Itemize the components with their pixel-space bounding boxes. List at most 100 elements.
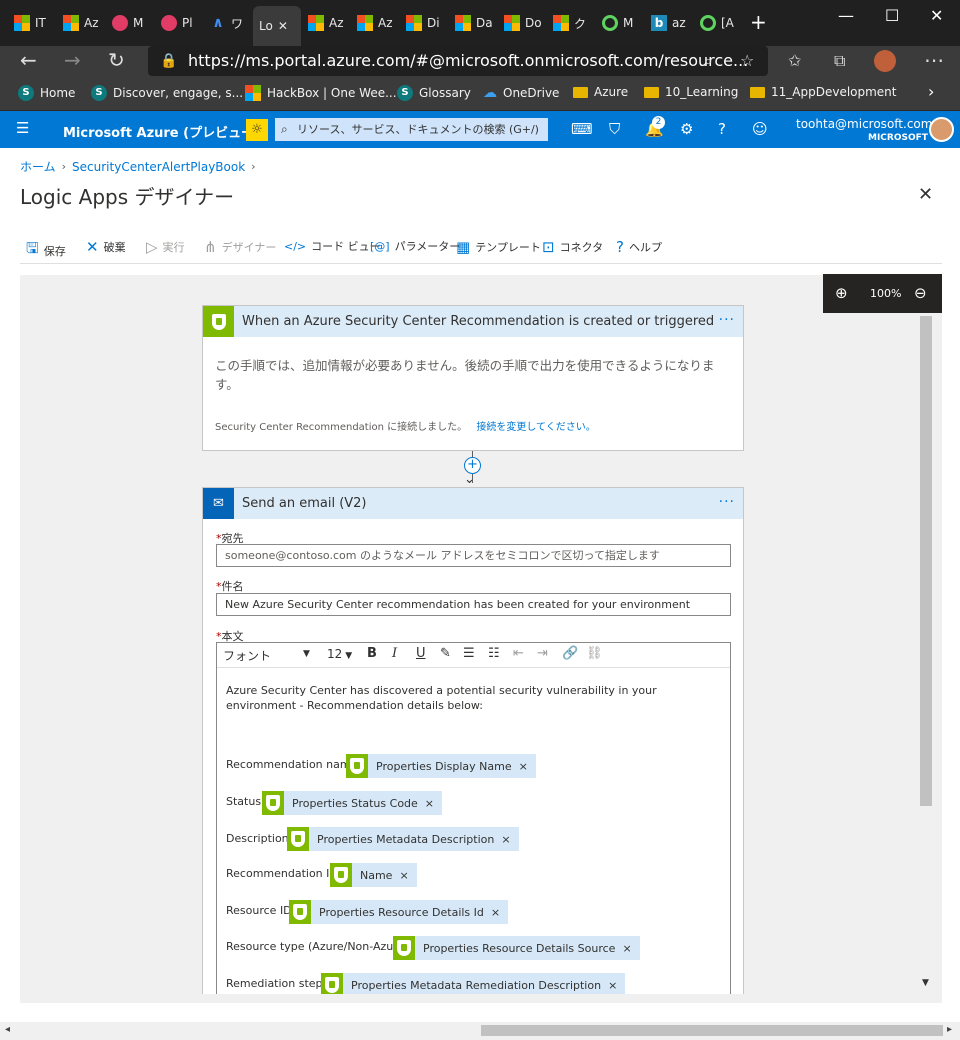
bookmark-discover[interactable]: S Discover, engage, s... <box>91 85 243 101</box>
subject-input[interactable]: New Azure Security Center recommendation… <box>216 593 731 616</box>
close-tab-icon[interactable]: ✕ <box>278 19 288 33</box>
dynamic-content-token[interactable]: Properties Resource Details Source × <box>393 936 640 960</box>
bookmark-10-learning[interactable]: 10_Learning <box>644 85 738 99</box>
search-page-icon[interactable]: ⌕ <box>704 51 713 71</box>
hamburger-menu-icon[interactable]: ☰ <box>16 119 29 137</box>
profile-avatar[interactable] <box>874 50 896 72</box>
url-input[interactable]: 🔒 https://ms.portal.azure.com/#@microsof… <box>148 46 768 76</box>
favorites-icon[interactable]: ✩ <box>788 51 801 70</box>
breadcrumb-playbook[interactable]: SecurityCenterAlertPlayBook <box>72 160 245 174</box>
remove-token-icon[interactable]: × <box>501 833 510 846</box>
directory-filter-icon[interactable]: ⛉ <box>609 120 620 138</box>
remove-token-icon[interactable]: × <box>622 942 631 955</box>
settings-gear-icon[interactable]: ⚙ <box>680 120 693 138</box>
minimize-icon[interactable]: — <box>838 6 854 25</box>
scroll-right-icon[interactable]: ▸ <box>947 1024 952 1035</box>
browser-tab[interactable]: M <box>596 8 643 38</box>
browser-tab[interactable]: Az <box>57 8 104 38</box>
zoom-in-icon[interactable]: ⊕ <box>835 284 848 302</box>
more-options-icon[interactable]: ··· <box>719 494 735 510</box>
indent-icon[interactable]: ⇥ <box>537 646 548 661</box>
bookmark-onedrive[interactable]: ☁ OneDrive <box>483 85 559 101</box>
bookmark-11-appdev[interactable]: 11_AppDevelopment <box>750 85 897 99</box>
remove-token-icon[interactable]: × <box>519 760 528 773</box>
breadcrumb-home[interactable]: ホーム <box>20 158 56 175</box>
help-button[interactable]: ? ヘルプ <box>616 238 662 256</box>
vertical-scrollbar[interactable] <box>920 316 932 806</box>
cloud-shell-icon[interactable]: ⌨ <box>571 120 593 138</box>
link-icon[interactable]: 🔗 <box>562 646 578 661</box>
bookmark-hackbox[interactable]: HackBox | One Wee... <box>245 85 397 101</box>
browser-tab[interactable]: Di <box>400 8 447 38</box>
zoom-out-icon[interactable]: ⊖ <box>914 284 927 302</box>
body-editor[interactable]: フォント ▼ 12 ▼ B I U ✎ ☰ ☷ ⇤ ⇥ 🔗 ⛓ Azure Secu… <box>216 642 731 1012</box>
browser-tab[interactable]: Az <box>302 8 349 38</box>
font-size-select[interactable]: 12 ▼ <box>327 647 352 661</box>
browser-tab[interactable]: M <box>106 8 153 38</box>
change-connection-link[interactable]: 接続を変更してください。 <box>476 422 595 433</box>
dynamic-content-token[interactable]: Name × <box>330 863 417 887</box>
remove-token-icon[interactable]: × <box>425 797 434 810</box>
browser-tab[interactable]: b az <box>645 8 692 38</box>
remove-token-icon[interactable]: × <box>491 906 500 919</box>
browser-tab[interactable]: ∧ ワ <box>204 8 251 38</box>
bold-icon[interactable]: B <box>367 646 377 661</box>
chevron-right-icon[interactable]: › <box>928 82 934 101</box>
user-email[interactable]: toohta@microsoft.com <box>796 117 932 131</box>
to-input[interactable]: someone@contoso.com のようなメール アドレスをセミコロンで区… <box>216 544 731 567</box>
save-button[interactable]: 🖫 保存 <box>26 238 66 263</box>
feedback-bug-icon[interactable]: ☼ <box>246 119 268 141</box>
scroll-left-icon[interactable]: ◂ <box>5 1024 10 1035</box>
templates-button[interactable]: ▦ テンプレート <box>456 238 541 256</box>
bullet-list-icon[interactable]: ☰ <box>463 646 475 661</box>
browser-tab[interactable]: Da <box>449 8 496 38</box>
code-view-button[interactable]: </> コード ビュー <box>284 238 381 254</box>
user-avatar[interactable] <box>929 117 954 142</box>
refresh-icon[interactable]: ↻ <box>108 48 125 72</box>
horizontal-scrollbar[interactable] <box>481 1025 943 1036</box>
underline-icon[interactable]: U <box>416 646 426 661</box>
dynamic-content-token[interactable]: Properties Metadata Description × <box>287 827 519 851</box>
connectors-button[interactable]: ⊡ コネクタ <box>542 238 603 256</box>
close-window-icon[interactable]: ✕ <box>930 6 943 25</box>
dynamic-content-token[interactable]: Properties Resource Details Id × <box>289 900 509 924</box>
trigger-card-header[interactable]: When an Azure Security Center Recommenda… <box>203 306 743 337</box>
browser-tab[interactable]: Pl <box>155 8 202 38</box>
remove-token-icon[interactable]: × <box>399 869 408 882</box>
dynamic-content-token[interactable]: Properties Status Code × <box>262 791 443 815</box>
collections-icon[interactable]: ⧉ <box>834 51 845 71</box>
back-icon[interactable]: ← <box>20 48 37 72</box>
settings-more-icon[interactable]: ⋯ <box>924 48 944 72</box>
remove-token-icon[interactable]: × <box>608 979 617 992</box>
bookmark-glossary[interactable]: S Glossary <box>397 85 471 101</box>
azure-search-input[interactable]: ⌕ リソース、サービス、ドキュメントの検索 (G+/) <box>275 118 548 141</box>
bookmark-home[interactable]: S Home <box>18 85 75 101</box>
more-options-icon[interactable]: ··· <box>719 312 735 328</box>
close-blade-icon[interactable]: ✕ <box>918 184 933 205</box>
send-email-card[interactable]: ✉ Send an email (V2) ··· *宛先 someone@con… <box>202 487 744 1012</box>
browser-tab[interactable]: ク <box>547 8 594 38</box>
bookmark-azure[interactable]: Azure <box>573 85 628 99</box>
font-select[interactable]: フォント ▼ <box>223 647 310 664</box>
outdent-icon[interactable]: ⇤ <box>513 646 524 661</box>
new-tab-button[interactable]: + <box>750 10 767 34</box>
pen-color-icon[interactable]: ✎ <box>440 646 451 661</box>
maximize-icon[interactable]: ☐ <box>885 6 899 25</box>
italic-icon[interactable]: I <box>392 646 397 661</box>
forward-icon[interactable]: → <box>64 48 81 72</box>
trigger-card[interactable]: When an Azure Security Center Recommenda… <box>202 305 744 451</box>
designer-button[interactable]: ⋔ デザイナー <box>204 238 276 256</box>
azure-brand[interactable]: Microsoft Azure (プレビュー) <box>63 122 260 141</box>
scroll-down-icon[interactable]: ▼ <box>922 978 929 988</box>
discard-button[interactable]: ✕ 破棄 <box>86 238 126 256</box>
browser-tab[interactable]: IT <box>8 8 55 38</box>
browser-tab[interactable]: Lo ✕ <box>253 6 301 46</box>
browser-tab[interactable]: Az <box>351 8 398 38</box>
dynamic-content-token[interactable]: Properties Display Name × <box>346 754 536 778</box>
help-question-icon[interactable]: ? <box>718 120 726 138</box>
feedback-smiley-icon[interactable]: ☺ <box>752 120 768 138</box>
browser-tab[interactable]: [A <box>694 8 741 38</box>
numbered-list-icon[interactable]: ☷ <box>488 646 500 661</box>
unlink-icon[interactable]: ⛓ <box>586 646 603 661</box>
run-button[interactable]: ▷ 実行 <box>146 238 185 256</box>
